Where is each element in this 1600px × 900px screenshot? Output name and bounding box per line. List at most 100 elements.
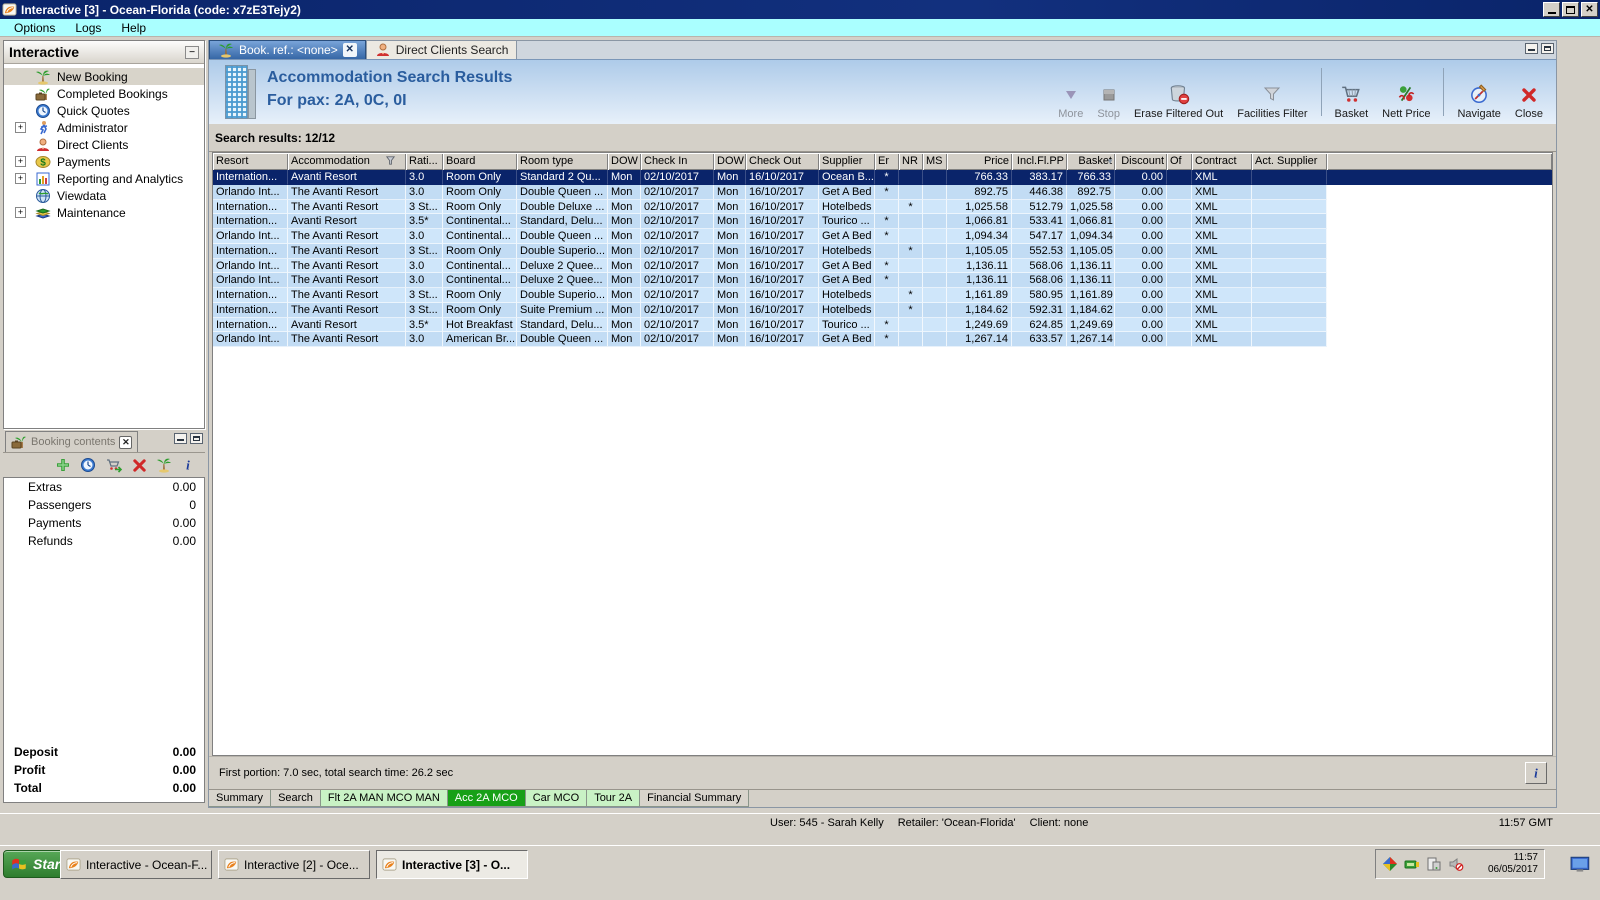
taskbar-button-2[interactable]: Interactive [2] - Oce... [218, 850, 370, 879]
palm-button[interactable] [156, 457, 172, 473]
sidebar-item-viewdata[interactable]: +Viewdata [4, 187, 204, 204]
section-tab-car-mco[interactable]: Car MCO [526, 790, 587, 807]
column-header-board[interactable]: Board [443, 153, 517, 170]
maximize-pane-button[interactable] [1541, 43, 1554, 54]
nett-price-button[interactable]: Nett Price [1382, 64, 1430, 120]
booking-contents-tab[interactable]: Booking contents ✕ [5, 431, 138, 452]
column-header-ms[interactable]: MS [923, 153, 947, 170]
expand-icon[interactable]: + [15, 173, 26, 184]
booking-contents-toolbar: i [3, 453, 205, 477]
collapse-sidebar-button[interactable]: − [185, 46, 199, 59]
delete-x-button[interactable] [132, 458, 147, 473]
column-header-supplier[interactable]: Supplier [819, 153, 875, 170]
column-header-incl-fl-pp[interactable]: Incl.Fl.PP [1012, 153, 1067, 170]
expand-icon[interactable]: + [15, 156, 26, 167]
column-header-price[interactable]: Price [947, 153, 1012, 170]
trash-erase-icon [1168, 83, 1190, 105]
minimize-button[interactable] [1543, 2, 1560, 17]
tab-booking-ref[interactable]: Book. ref.: <none> ✕ [209, 40, 366, 59]
tab-direct-clients-search[interactable]: Direct Clients Search [366, 40, 518, 59]
cell: 0.00 [1115, 288, 1167, 303]
column-header-resort[interactable]: Resort [213, 153, 288, 170]
sidebar-item-quick-quotes[interactable]: +Quick Quotes [4, 102, 204, 119]
table-row[interactable]: Internation...The Avanti Resort3 St...Ro… [213, 244, 1552, 259]
cell: Internation... [213, 303, 288, 318]
taskbar-button-3[interactable]: Interactive [3] - O... [376, 850, 528, 879]
close-window-button[interactable]: ✕ [1581, 2, 1598, 17]
table-row[interactable]: Internation...The Avanti Resort3 St...Ro… [213, 303, 1552, 318]
column-filter-icon[interactable] [385, 155, 396, 169]
menu-logs[interactable]: Logs [65, 20, 111, 36]
table-row[interactable]: Internation...Avanti Resort3.0Room OnlyS… [213, 170, 1552, 185]
expand-icon[interactable]: + [15, 207, 26, 218]
table-row[interactable]: Internation...Avanti Resort3.5*Hot Break… [213, 318, 1552, 333]
column-header-contract[interactable]: Contract [1192, 153, 1252, 170]
column-header-check-out[interactable]: Check Out [746, 153, 819, 170]
facilities-filter-button[interactable]: Facilities Filter [1237, 64, 1307, 120]
minimize-pane-button[interactable] [174, 433, 187, 444]
column-header-basket[interactable]: Basket▼ [1067, 153, 1115, 170]
info-button[interactable]: i [181, 457, 195, 473]
cell: Mon [714, 332, 746, 347]
table-row[interactable]: Internation...The Avanti Resort3 St...Ro… [213, 288, 1552, 303]
restore-button[interactable] [1562, 2, 1579, 17]
cell: Room Only [443, 200, 517, 215]
section-tab-acc-2a-mco[interactable]: Acc 2A MCO [448, 790, 526, 807]
cart-add-button[interactable] [105, 457, 123, 473]
navigate-button[interactable]: Navigate [1457, 64, 1500, 120]
table-row[interactable]: Orlando Int...The Avanti Resort3.0Contin… [213, 273, 1552, 288]
table-row[interactable]: Orlando Int...The Avanti Resort3.0Contin… [213, 229, 1552, 244]
minimize-pane-button[interactable] [1525, 43, 1538, 54]
table-row[interactable]: Internation...The Avanti Resort3 St...Ro… [213, 200, 1552, 215]
column-header-discount[interactable]: Discount [1115, 153, 1167, 170]
column-header-act-supplier[interactable]: Act. Supplier [1252, 153, 1327, 170]
column-header-rati[interactable]: Rati... [406, 153, 443, 170]
taskbar-button-1[interactable]: Interactive - Ocean-F... [60, 850, 212, 879]
menu-options[interactable]: Options [4, 20, 65, 36]
column-header-dow[interactable]: DOW [714, 153, 746, 170]
menu-help[interactable]: Help [111, 20, 156, 36]
section-tab-summary[interactable]: Summary [209, 790, 271, 807]
column-header-dow[interactable]: DOW [608, 153, 641, 170]
sidebar-item-direct-clients[interactable]: +Direct Clients [4, 136, 204, 153]
section-tab-financial-summary[interactable]: Financial Summary [640, 790, 749, 807]
sidebar-item-maintenance[interactable]: +Maintenance [4, 204, 204, 221]
section-tab-search[interactable]: Search [271, 790, 321, 807]
sidebar-item-payments[interactable]: +$Payments [4, 153, 204, 170]
desktop-monitor-icon[interactable] [1570, 856, 1592, 874]
clock-globe-button[interactable] [80, 457, 96, 473]
table-row[interactable]: Internation...Avanti Resort3.5*Continent… [213, 214, 1552, 229]
table-row[interactable]: Orlando Int...The Avanti Resort3.0Contin… [213, 259, 1552, 274]
section-tab-flt-2a-man-mco-man[interactable]: Flt 2A MAN MCO MAN [321, 790, 448, 807]
sidebar-item-new-booking[interactable]: +New Booking [4, 68, 204, 85]
column-header-of[interactable]: Of [1167, 153, 1192, 170]
info-button[interactable]: i [1525, 762, 1547, 784]
erase-filtered-out-button[interactable]: Erase Filtered Out [1134, 64, 1223, 120]
toolbar-button-label: Nett Price [1382, 108, 1430, 120]
tray-clock: 11:57 06/05/2017 [1488, 852, 1538, 876]
cell [875, 303, 899, 318]
expand-icon[interactable]: + [15, 122, 26, 133]
basket-button[interactable]: Basket [1335, 64, 1369, 120]
add-button[interactable] [55, 457, 71, 473]
cell: Mon [714, 318, 746, 333]
table-row[interactable]: Orlando Int...The Avanti Resort3.0Americ… [213, 332, 1552, 347]
close-button[interactable]: Close [1515, 64, 1543, 120]
column-header-accommodation[interactable]: Accommodation [288, 153, 406, 170]
sidebar-item-completed-bookings[interactable]: +Completed Bookings [4, 85, 204, 102]
sort-indicator-icon: ▼ [1106, 157, 1114, 166]
maximize-pane-button[interactable] [190, 433, 203, 444]
column-header-room-type[interactable]: Room type [517, 153, 608, 170]
column-header-check-in[interactable]: Check In [641, 153, 714, 170]
cell: 3.0 [406, 185, 443, 200]
section-tab-tour-2a[interactable]: Tour 2A [587, 790, 640, 807]
close-tab-icon[interactable]: ✕ [343, 43, 357, 57]
cell [1252, 200, 1327, 215]
column-header-nr[interactable]: NR [899, 153, 923, 170]
close-booking-contents-icon[interactable]: ✕ [119, 436, 132, 449]
table-row[interactable]: Orlando Int...The Avanti Resort3.0Room O… [213, 185, 1552, 200]
column-header-er[interactable]: Er [875, 153, 899, 170]
sidebar-item-administrator[interactable]: +Administrator [4, 119, 204, 136]
sidebar-item-reporting-and-analytics[interactable]: +Reporting and Analytics [4, 170, 204, 187]
cell [1167, 288, 1192, 303]
